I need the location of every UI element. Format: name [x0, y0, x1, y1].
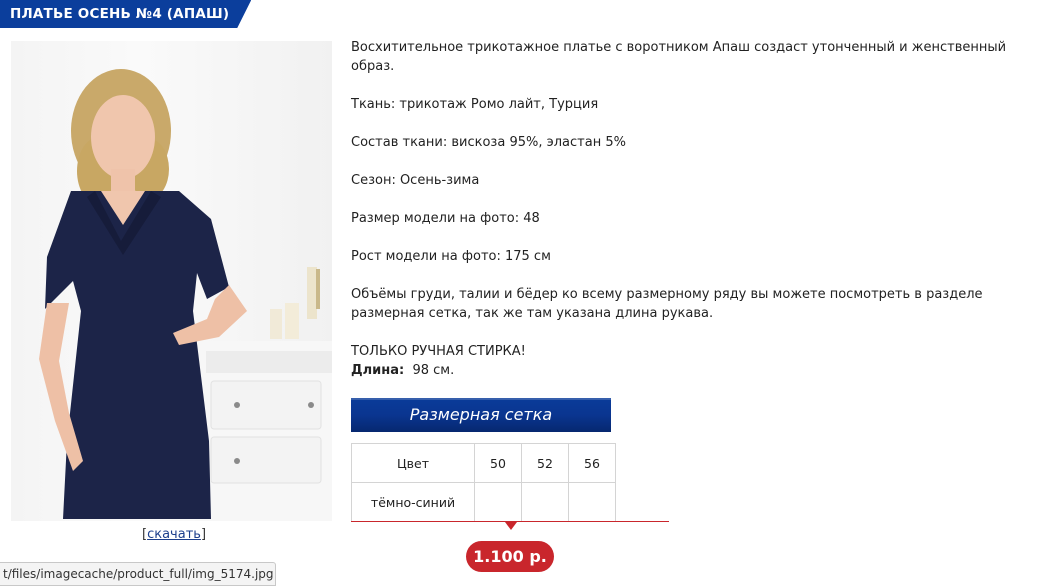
download-link[interactable]: скачать: [147, 527, 201, 542]
size-table: Цвет 50 52 56 тёмно-синий: [351, 443, 616, 522]
qty-cell-56[interactable]: [568, 482, 616, 522]
size-chart-button[interactable]: Размерная сетка: [351, 398, 611, 432]
table-row: Цвет 50 52 56: [351, 443, 616, 483]
qty-cell-52[interactable]: [521, 482, 569, 522]
price-arrow-icon: [505, 522, 517, 530]
size-cell-50: 50: [474, 443, 522, 483]
model-in-dress-image: [39, 69, 332, 521]
download-link-wrapper: [скачать]: [142, 527, 207, 542]
description-model-size: Размер модели на фото: 48: [351, 211, 540, 226]
table-row: тёмно-синий: [351, 482, 616, 522]
product-photo[interactable]: [11, 41, 332, 521]
price-badge: 1.100 р.: [466, 541, 554, 572]
description-composition: Состав ткани: вискоза 95%, эластан 5%: [351, 135, 626, 150]
size-cell-52: 52: [521, 443, 569, 483]
description-intro: Восхитительное трикотажное платье с воро…: [351, 40, 1007, 74]
length-row: Длина: 98 см.: [351, 361, 1011, 380]
description-model-height: Рост модели на фото: 175 см: [351, 249, 551, 264]
product-description: Восхитительное трикотажное платье с воро…: [351, 38, 1011, 380]
color-header-cell: Цвет: [351, 443, 475, 483]
size-cell-56: 56: [568, 443, 616, 483]
length-value: 98 см.: [412, 363, 455, 378]
description-size-note: Объёмы груди, талии и бёдер ко всему раз…: [351, 287, 983, 321]
status-bar-url: t/files/imagecache/product_full/img_5174…: [0, 562, 276, 586]
length-label: Длина:: [351, 363, 405, 378]
product-title: ПЛАТЬЕ ОСЕНЬ №4 (АПАШ): [0, 0, 251, 28]
qty-cell-50[interactable]: [474, 482, 522, 522]
product-title-banner: ПЛАТЬЕ ОСЕНЬ №4 (АПАШ): [0, 0, 251, 28]
wash-note: ТОЛЬКО РУЧНАЯ СТИРКА!: [351, 344, 526, 359]
description-fabric: Ткань: трикотаж Ромо лайт, Турция: [351, 97, 599, 112]
description-season: Сезон: Осень-зима: [351, 173, 480, 188]
color-name-cell: тёмно-синий: [351, 482, 475, 522]
